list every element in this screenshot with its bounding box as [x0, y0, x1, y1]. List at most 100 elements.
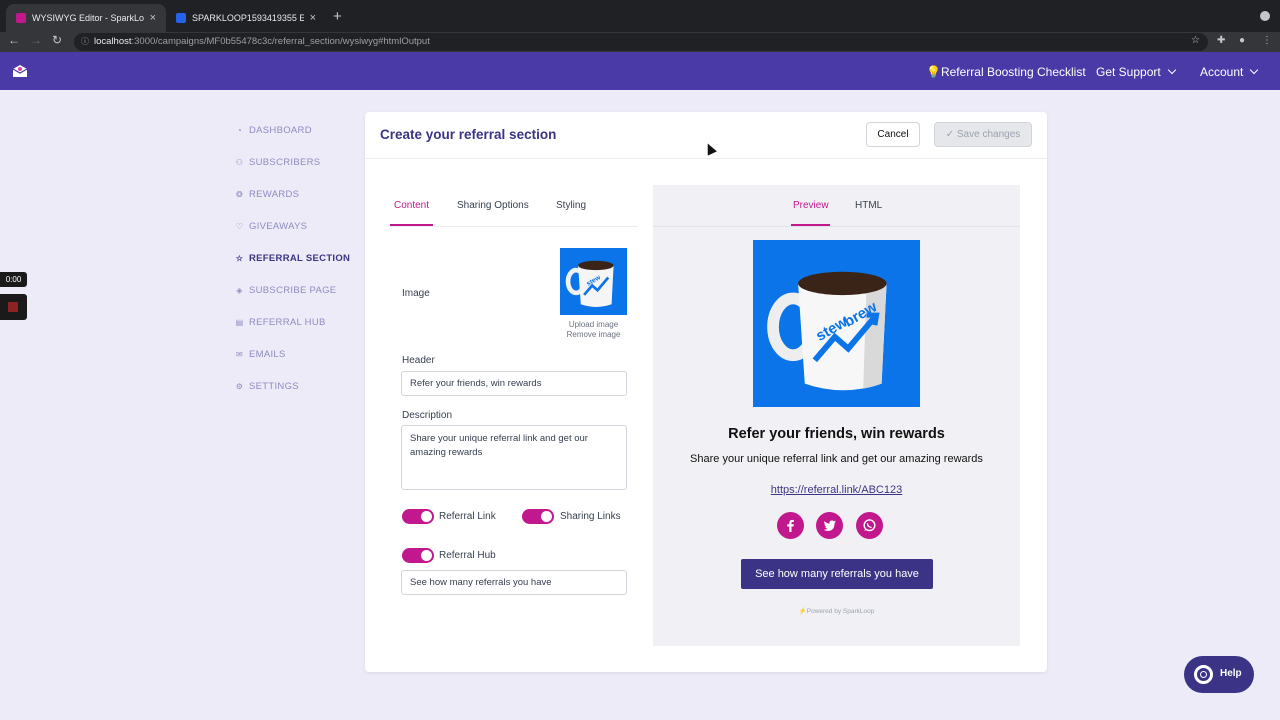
preview-panel: Preview HTML stew brew Refer your friend…	[653, 185, 1020, 646]
header-label: Header	[402, 355, 435, 366]
tab-search-icon[interactable]	[1260, 11, 1270, 21]
referral-link-toggle[interactable]	[402, 509, 434, 524]
lifebuoy-icon	[1194, 665, 1213, 684]
settings-icon: ⚙	[235, 382, 244, 391]
sidebar-item-emails[interactable]: ✉ EMAILS	[235, 349, 286, 360]
referral-hub-button-text-field[interactable]: See how many referrals you have	[401, 570, 627, 595]
sidebar-item-giveaways[interactable]: ♡ GIVEAWAYS	[235, 221, 307, 232]
email-favicon-icon	[176, 13, 186, 23]
sparkloop-favicon-icon	[16, 13, 26, 23]
tab-title: WYSIWYG Editor - SparkLoop	[32, 13, 144, 23]
stop-icon	[8, 302, 18, 312]
header-field[interactable]: Refer your friends, win rewards	[401, 371, 627, 396]
see-referrals-button[interactable]: See how many referrals you have	[741, 559, 933, 589]
address-bar[interactable]: ⓘ localhost:3000/campaigns/MF0b55478c3c/…	[74, 33, 1208, 51]
divider	[365, 158, 1047, 159]
coffee-mug-icon: stew brew	[753, 240, 920, 407]
browser-tab-bar: WYSIWYG Editor - SparkLoop × SPARKLOOP15…	[0, 0, 1280, 32]
dashboard-icon: ◔	[236, 126, 243, 135]
sharing-links-toggle[interactable]	[522, 509, 554, 524]
referral-hub-toggle-label: Referral Hub	[439, 550, 496, 561]
description-textarea[interactable]: Share your unique referral link and get …	[401, 425, 627, 490]
tab-content[interactable]: Content	[394, 200, 429, 211]
image-thumbnail[interactable]: stew	[560, 248, 627, 315]
browser-menu-icon[interactable]: ⋮	[1262, 35, 1272, 46]
sidebar-item-label: DASHBOARD	[249, 125, 312, 136]
mail-icon: ✉	[235, 350, 243, 359]
sidebar-item-label: EMAILS	[249, 349, 286, 360]
subscribe-icon: ◈	[236, 286, 243, 295]
sharing-links-toggle-label: Sharing Links	[560, 511, 621, 522]
reload-icon[interactable]: ↻	[52, 33, 62, 47]
sidebar-item-label: SUBSCRIBE PAGE	[249, 285, 337, 296]
sidebar-item-label: SETTINGS	[249, 381, 299, 392]
sparkloop-logo-icon[interactable]	[12, 64, 28, 78]
divider	[653, 226, 1020, 227]
referral-checklist-link[interactable]: 💡Referral Boosting Checklist	[926, 65, 1086, 79]
sidebar-item-referral-hub[interactable]: ▤ REFERRAL HUB	[235, 317, 326, 328]
giveaways-icon: ♡	[235, 222, 244, 231]
get-support-label: Get Support	[1096, 65, 1161, 79]
info-icon[interactable]: ⓘ	[81, 33, 89, 51]
description-label: Description	[402, 410, 453, 421]
get-support-menu[interactable]: Get Support	[1096, 65, 1176, 79]
url-host: localhost	[94, 36, 132, 47]
account-label: Account	[1200, 65, 1244, 79]
sidebar-item-subscribe-page[interactable]: ◈ SUBSCRIBE PAGE	[235, 285, 336, 296]
sidebar-item-referral-section[interactable]: ☆ REFERRAL SECTION	[235, 253, 350, 264]
divider	[390, 226, 638, 227]
tab-title: SPARKLOOP1593419355 Ema	[192, 13, 304, 23]
sidebar-item-settings[interactable]: ⚙ SETTINGS	[235, 381, 299, 392]
tab-html[interactable]: HTML	[855, 200, 882, 211]
stop-recording-button[interactable]	[0, 294, 27, 320]
toggle-knob	[421, 511, 432, 522]
powered-by-badge[interactable]: ⚡Powered by SparkLoop	[653, 607, 1020, 615]
tab-preview[interactable]: Preview	[793, 200, 829, 211]
sidebar-item-dashboard[interactable]: ◔ DASHBOARD	[235, 125, 312, 136]
tab-sharing-options[interactable]: Sharing Options	[457, 200, 529, 211]
facebook-share-button[interactable]	[777, 512, 804, 539]
preview-header: Refer your friends, win rewards	[728, 426, 945, 442]
app-header: 💡Referral Boosting Checklist Get Support…	[0, 52, 1280, 90]
toggle-knob	[421, 550, 432, 561]
chevron-down-icon	[1250, 65, 1259, 75]
account-menu[interactable]: Account	[1200, 65, 1259, 79]
upload-image-link[interactable]: Upload image	[560, 320, 627, 329]
close-tab-icon[interactable]: ×	[150, 12, 156, 24]
extensions-icon[interactable]: ✚	[1217, 35, 1225, 46]
cancel-button[interactable]: Cancel	[866, 122, 920, 147]
forward-arrow-icon[interactable]: →	[30, 33, 42, 47]
bookmark-star-icon[interactable]: ☆	[1191, 35, 1200, 46]
profile-icon[interactable]: ●	[1239, 35, 1245, 46]
new-tab-button[interactable]: +	[333, 8, 342, 25]
tab-styling[interactable]: Styling	[556, 200, 586, 211]
save-changes-button[interactable]: ✓ Save changes	[934, 122, 1032, 147]
whatsapp-share-button[interactable]	[856, 512, 883, 539]
toggle-knob	[541, 511, 552, 522]
referral-link-toggle-label: Referral Link	[439, 511, 496, 522]
twitter-share-button[interactable]	[816, 512, 843, 539]
sidebar-item-rewards[interactable]: ❂ REWARDS	[235, 189, 299, 200]
sidebar-item-label: REFERRAL HUB	[249, 317, 326, 328]
browser-tab-wysiwyg[interactable]: WYSIWYG Editor - SparkLoop ×	[6, 4, 166, 32]
sidebar-item-subscribers[interactable]: ⚇ SUBSCRIBERS	[235, 157, 320, 168]
browser-nav-bar: ← → ↻ ⓘ localhost:3000/campaigns/MF0b554…	[0, 32, 1280, 52]
page-title: Create your referral section	[380, 127, 557, 142]
preview-description: Share your unique referral link and get …	[690, 453, 983, 465]
star-icon: ☆	[235, 254, 244, 263]
remove-image-link[interactable]: Remove image	[560, 330, 627, 339]
url-path: :3000/campaigns/MF0b55478c3c/referral_se…	[131, 36, 430, 47]
referral-section-card: Create your referral section Cancel ✓ Sa…	[365, 112, 1047, 672]
close-tab-icon[interactable]: ×	[310, 12, 316, 24]
preview-referral-link[interactable]: https://referral.link/ABC123	[653, 484, 1020, 496]
preview-image: stew brew	[753, 240, 920, 407]
recording-timer: 0:00	[0, 272, 27, 287]
facebook-icon	[787, 520, 794, 532]
whatsapp-icon	[863, 519, 876, 532]
browser-tab-sparkloop-email[interactable]: SPARKLOOP1593419355 Ema ×	[166, 4, 326, 32]
image-label: Image	[402, 288, 430, 299]
referral-hub-toggle[interactable]	[402, 548, 434, 563]
back-arrow-icon[interactable]: ←	[8, 33, 20, 47]
help-button[interactable]: Help	[1184, 656, 1254, 693]
help-label: Help	[1220, 668, 1242, 679]
